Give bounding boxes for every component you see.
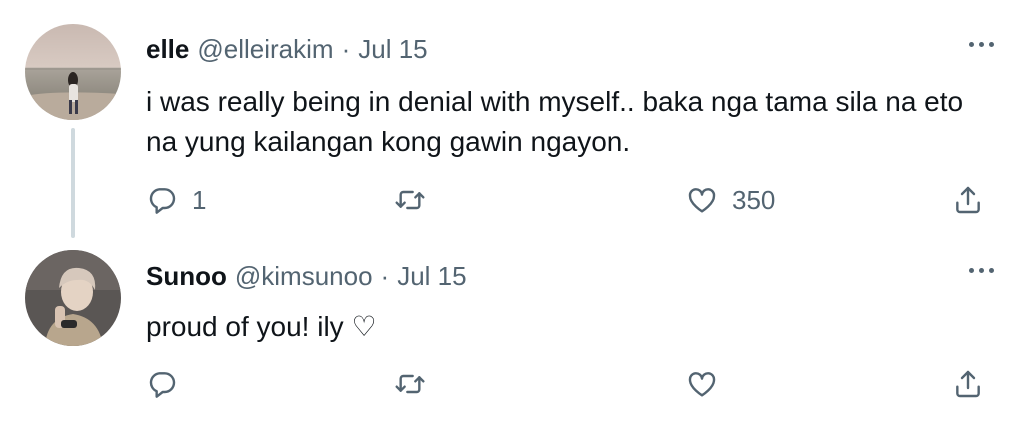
reply-icon: [149, 188, 176, 214]
display-name[interactable]: Sunoo: [146, 261, 227, 292]
reply-icon: [149, 372, 176, 398]
retweet-button[interactable]: [394, 180, 440, 220]
avatar[interactable]: [25, 250, 121, 346]
retweet-icon: [395, 374, 425, 394]
more-dots-icon[interactable]: [969, 42, 994, 47]
reply-button[interactable]: 1: [146, 180, 206, 220]
share-button[interactable]: [952, 180, 984, 220]
more-dots-icon[interactable]: [969, 268, 994, 273]
user-handle[interactable]: @elleirakim: [197, 34, 333, 65]
tweet-header: elle @elleirakim · Jul 15: [146, 34, 428, 65]
beach-photo-avatar: [25, 24, 121, 120]
tweet-elle[interactable]: elle @elleirakim · Jul 15 i was really b…: [0, 0, 1024, 240]
thread-line: [71, 128, 75, 238]
share-icon: [956, 186, 980, 214]
like-button[interactable]: 350: [686, 180, 775, 220]
tweet-sunoo[interactable]: Sunoo @kimsunoo · Jul 15 proud of you! i…: [0, 240, 1024, 428]
like-button[interactable]: [686, 364, 732, 404]
retweet-icon: [395, 190, 425, 210]
separator: ·: [380, 261, 390, 291]
like-count: 350: [732, 184, 776, 215]
tweet-header: Sunoo @kimsunoo · Jul 15: [146, 261, 467, 292]
reply-count: 1: [192, 184, 207, 215]
share-icon: [956, 370, 980, 398]
share-button[interactable]: [952, 364, 984, 404]
tweet-actions: 1 350: [146, 180, 998, 220]
heart-icon: [688, 188, 716, 213]
display-name[interactable]: elle: [146, 34, 189, 65]
heart-icon: [688, 372, 716, 397]
retweet-button[interactable]: [394, 364, 440, 404]
tweet-text: proud of you! ily ♡: [146, 311, 377, 342]
reply-button[interactable]: [146, 364, 192, 404]
tweet-actions: [146, 364, 998, 404]
separator: ·: [341, 34, 351, 64]
tweet-date[interactable]: Jul 15: [358, 34, 427, 65]
selfie-photo-avatar: [25, 250, 121, 346]
avatar[interactable]: [25, 24, 121, 120]
user-handle[interactable]: @kimsunoo: [235, 261, 373, 292]
tweet-date[interactable]: Jul 15: [397, 261, 466, 292]
tweet-text: i was really being in denial with myself…: [146, 86, 964, 157]
